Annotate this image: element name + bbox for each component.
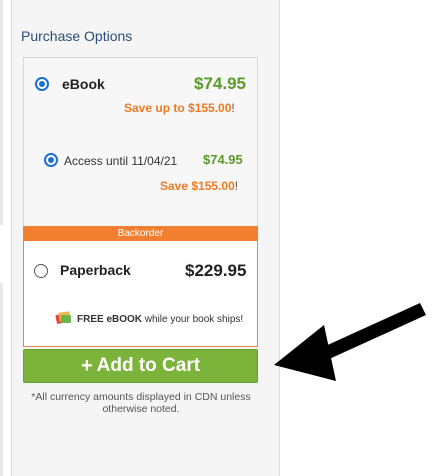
ebook-label: eBook [62, 76, 105, 92]
access-price: $74.95 [203, 152, 243, 167]
add-to-cart-button[interactable]: + Add to Cart [23, 349, 258, 383]
ebook-save-text: Save up to $155.00! [124, 101, 235, 115]
ebook-radio[interactable] [35, 77, 49, 91]
backorder-banner: Backorder [24, 227, 257, 241]
plus-icon: + [80, 354, 93, 377]
left-edge-divider [0, 0, 3, 225]
currency-disclaimer: *All currency amounts displayed in CDN u… [31, 391, 251, 415]
add-to-cart-label: Add to Cart [96, 355, 201, 376]
free-ebook-note: FREE eBOOK while your book ships! [77, 314, 243, 325]
access-label: Access until 11/04/21 [64, 154, 178, 168]
access-save-suffix: ! [234, 179, 239, 193]
paperback-label: Paperback [60, 262, 131, 278]
ebook-badge-icon [55, 311, 71, 324]
free-ebook-bold: FREE eBOOK [77, 314, 143, 325]
panel-title: Purchase Options [21, 28, 133, 44]
left-edge-divider-lower [0, 283, 3, 476]
ebook-options-card: eBook $74.95 Save up to $155.00! Access … [23, 57, 258, 227]
free-ebook-rest: while your book ships! [142, 314, 244, 325]
ebook-save-suffix: ! [231, 101, 235, 115]
access-save-text: Save $155.00! [160, 179, 238, 193]
paperback-option-card: Backorder Paperback $229.95 FREE eBOOK w… [23, 226, 258, 347]
ebook-price: $74.95 [194, 74, 246, 93]
access-save-amount: Save $155.00 [160, 179, 235, 193]
access-radio[interactable] [44, 153, 58, 167]
ebook-save-amount: Save up to $155.00 [124, 101, 232, 115]
paperback-radio[interactable] [34, 264, 48, 278]
pointer-arrow-icon [274, 303, 426, 381]
paperback-price: $229.95 [185, 261, 247, 280]
